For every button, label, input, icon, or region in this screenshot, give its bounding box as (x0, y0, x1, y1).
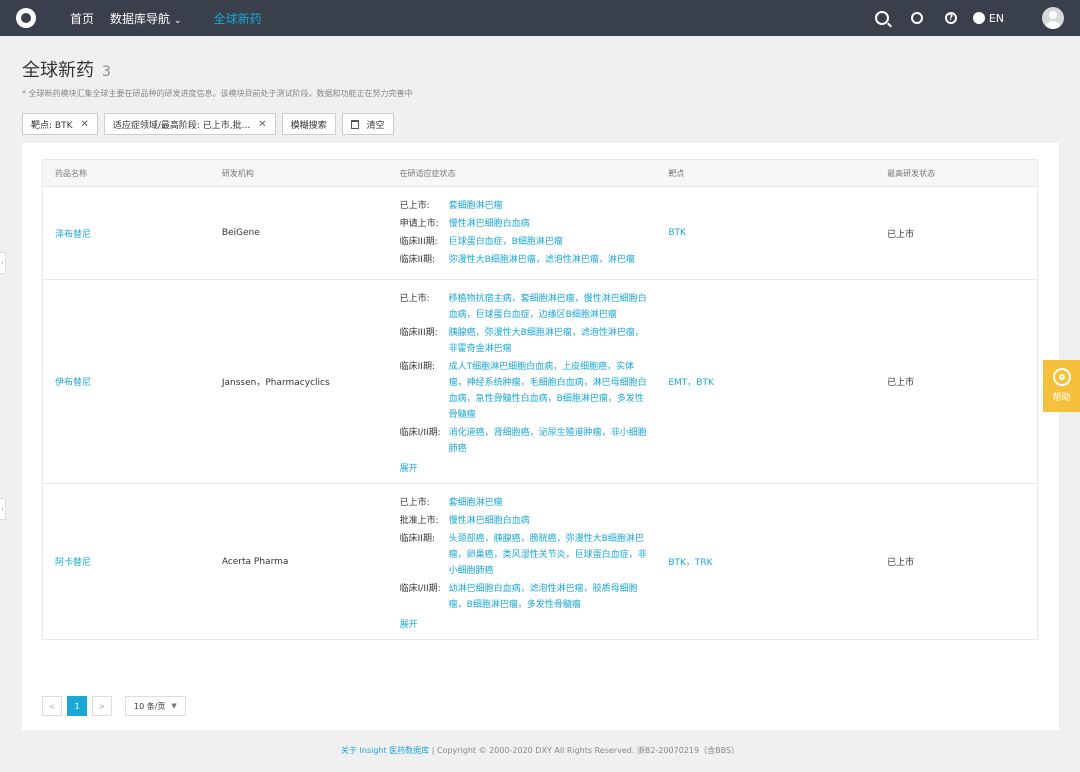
page-size-select[interactable]: 10 条/页 ▼ (125, 696, 186, 716)
status-cell: 已上市: 套细胞淋巴瘤 批准上市: 慢性淋巴细胞白血病 临床II期: 头颈部癌，胰腺癌… (400, 484, 669, 639)
status-value[interactable]: 消化道癌，肾细胞癌，泌尿生殖道肿瘤，非小细胞肺癌 (449, 425, 649, 457)
expand-link[interactable]: 展开 (400, 617, 669, 630)
status-label: 临床I/II期: (399, 428, 441, 438)
filter-chip-indication-label: 适应症领域/最高阶段: 已上市,批... (112, 120, 251, 131)
pagination: < 1 > 10 条/页 ▼ (42, 696, 186, 716)
language-switch[interactable]: EN (972, 11, 1004, 25)
drug-table: 药品名称 研发机构 在研适应症状态 靶点 最高研发状态 泽布替尼 BeiGene… (42, 159, 1038, 640)
org-cell: Janssen，Pharmacyclics (221, 378, 330, 388)
next-page-button[interactable]: > (92, 696, 112, 716)
header-status: 在研适应症状态 (399, 168, 456, 178)
status-label: 已上市: (399, 498, 430, 508)
clear-button-label: 清空 (366, 120, 385, 131)
logo-icon[interactable] (16, 8, 36, 28)
result-count: 3 (102, 64, 111, 80)
left-edge-toggle[interactable]: › (0, 252, 6, 274)
search-icon[interactable] (874, 11, 889, 25)
globe-icon (972, 12, 985, 24)
filter-bar: 靶点: BTK ✕ 适应症领域/最高阶段: 已上市,批... ✕ 模糊搜索 清空 (22, 113, 1058, 135)
target-link[interactable]: BTK (668, 228, 686, 238)
header-org: 研发机构 (221, 168, 254, 178)
status-label: 已上市: (399, 294, 430, 304)
help-icon (1052, 368, 1071, 386)
status-value[interactable]: 移植物抗宿主病，套细胞淋巴瘤，慢性淋巴细胞白血病，巨球蛋白血症，边缘区B细胞淋巴… (449, 291, 649, 323)
prev-page-button[interactable]: < (42, 696, 62, 716)
status-value[interactable]: 胰腺癌，弥漫性大B细胞淋巴瘤，滤泡性淋巴瘤，非霍奇金淋巴瘤 (449, 325, 649, 357)
status-label: 批准上市: (399, 516, 439, 526)
org-cell: BeiGene (221, 228, 260, 238)
org-cell: Acerta Pharma (221, 556, 289, 567)
highest-status: 已上市 (887, 229, 915, 240)
filter-chip-target-label: 靶点: BTK (31, 120, 73, 131)
avatar[interactable] (1042, 7, 1064, 29)
help-label: 帮助 (1052, 393, 1071, 403)
status-label: 申请上市: (399, 219, 439, 229)
status-value[interactable]: 成人T细胞淋巴细胞白血病，上皮细胞癌，实体瘤，神经系统肿瘤，毛细胞白血病，淋巴母… (449, 359, 649, 423)
close-icon[interactable]: ✕ (258, 119, 266, 130)
page-title-text: 全球新药 (22, 60, 94, 81)
status-value[interactable]: 慢性淋巴细胞白血病 (449, 216, 649, 232)
top-nav: 首页 数据库导航 ⌄ 全球新药 ? EN (0, 0, 1080, 36)
about-link[interactable]: 关于 Insight 医药数据库 (341, 746, 429, 755)
table-row: 阿卡替尼 Acerta Pharma 已上市: 套细胞淋巴瘤 批准上市: 慢性淋巴细… (43, 484, 1037, 639)
status-value[interactable]: 慢性淋巴细胞白血病 (449, 513, 649, 529)
highest-status: 已上市 (887, 378, 915, 388)
footer: 关于 Insight 医药数据库 | Copyright © 2000-2020… (0, 745, 1080, 756)
status-value[interactable]: 头颈部癌，胰腺癌，膀胱癌，弥漫性大B细胞淋巴瘤，卵巢癌，类风湿性关节炎，巨球蛋白… (449, 531, 649, 579)
table-row: 伊布替尼 Janssen，Pharmacyclics 已上市: 移植物抗宿主病，套… (43, 280, 1037, 484)
page-title: 全球新药 3 (22, 56, 1058, 82)
copyright-text: | Copyright © 2000-2020 DXY All Rights R… (431, 746, 740, 755)
clear-button[interactable]: 清空 (341, 113, 394, 135)
status-value[interactable]: 巨球蛋白血症，B细胞淋巴瘤 (449, 234, 649, 250)
status-value[interactable]: 套细胞淋巴瘤 (449, 198, 649, 214)
status-label: 临床I/II期: (399, 584, 441, 594)
page-1-button[interactable]: 1 (67, 696, 87, 716)
header-highest: 最高研发状态 (887, 168, 936, 178)
status-cell: 已上市: 移植物抗宿主病，套细胞淋巴瘤，慢性淋巴细胞白血病，巨球蛋白血症，边缘区B… (400, 280, 669, 483)
trash-icon (350, 119, 359, 129)
status-value[interactable]: 弥漫性大B细胞淋巴瘤，滤泡性淋巴瘤，淋巴瘤 (449, 252, 649, 268)
filter-chip-indication[interactable]: 适应症领域/最高阶段: 已上市,批... ✕ (103, 113, 276, 135)
drug-name-link[interactable]: 阿卡替尼 (55, 558, 91, 568)
page-size-label: 10 条/页 (134, 701, 166, 711)
nav-global-new-drugs[interactable]: 全球新药 (214, 10, 262, 27)
caret-down-icon: ▼ (171, 702, 177, 710)
status-label: 临床II期: (399, 255, 435, 265)
fuzzy-search-button[interactable]: 模糊搜索 (281, 113, 336, 135)
chevron-down-icon: ⌄ (174, 15, 182, 26)
page-description: * 全球新药模块汇集全球主要在研品种的研发进度信息。该模块目前处于测试阶段，数据… (22, 89, 413, 98)
status-cell: 已上市: 套细胞淋巴瘤 申请上市: 慢性淋巴细胞白血病 临床III期: 巨球蛋白血症，… (400, 187, 669, 279)
status-value[interactable]: 套细胞淋巴瘤 (449, 495, 649, 511)
target-link[interactable]: EMT，BTK (668, 378, 714, 388)
header-drug-name: 药品名称 (55, 168, 87, 178)
question-icon[interactable]: ? (944, 12, 957, 24)
target-link[interactable]: BTK，TRK (668, 558, 712, 568)
content-card: 药品名称 研发机构 在研适应症状态 靶点 最高研发状态 泽布替尼 BeiGene… (22, 143, 1059, 730)
nav-database[interactable]: 数据库导航 ⌄ (110, 10, 182, 27)
drug-name-link[interactable]: 泽布替尼 (55, 230, 91, 240)
left-edge-toggle[interactable]: › (0, 498, 6, 520)
status-label: 临床III期: (399, 328, 438, 338)
lightbulb-icon[interactable] (910, 12, 923, 24)
header-target: 靶点 (668, 168, 685, 178)
help-widget[interactable]: 帮助 (1043, 360, 1080, 412)
status-value[interactable]: 幼淋巴细胞白血病，滤泡性淋巴瘤，胶质母细胞瘤，B细胞淋巴瘤，多发性骨髓瘤 (449, 581, 649, 613)
filter-chip-target[interactable]: 靶点: BTK ✕ (22, 113, 98, 135)
status-label: 已上市: (399, 201, 430, 211)
close-icon[interactable]: ✕ (80, 119, 88, 130)
table-header: 药品名称 研发机构 在研适应症状态 靶点 最高研发状态 (43, 160, 1037, 187)
table-row: 泽布替尼 BeiGene 已上市: 套细胞淋巴瘤 申请上市: 慢性淋巴细胞白血病 临… (43, 187, 1037, 280)
nav-home[interactable]: 首页 (70, 10, 94, 27)
page-header: 全球新药 3 * 全球新药模块汇集全球主要在研品种的研发进度信息。该模块目前处于… (0, 36, 1080, 135)
expand-link[interactable]: 展开 (400, 461, 669, 474)
language-label: EN (988, 11, 1004, 25)
nav-right: ? EN (855, 7, 1064, 29)
nav-database-label: 数据库导航 (110, 11, 171, 26)
status-label: 临床II期: (399, 534, 435, 544)
drug-name-link[interactable]: 伊布替尼 (55, 378, 91, 388)
status-label: 临床III期: (399, 237, 438, 247)
highest-status: 已上市 (887, 558, 915, 568)
status-label: 临床II期: (399, 362, 435, 372)
